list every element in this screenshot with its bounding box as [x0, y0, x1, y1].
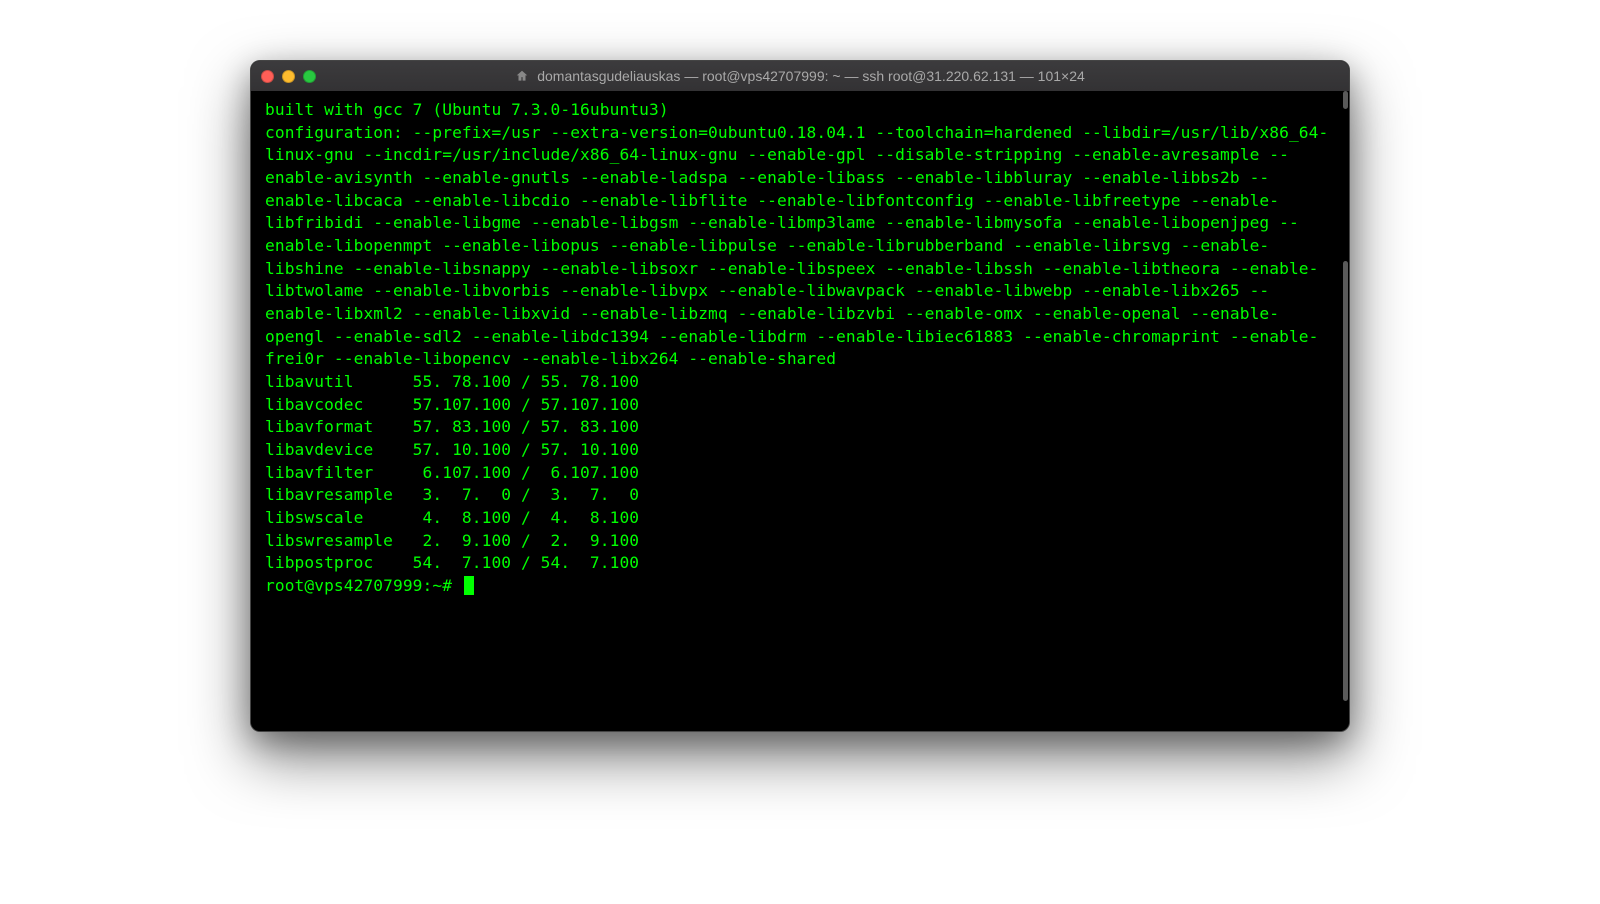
close-icon[interactable]	[261, 70, 274, 83]
terminal-output: built with gcc 7 (Ubuntu 7.3.0-16ubuntu3…	[265, 99, 1335, 598]
cursor-icon	[464, 576, 474, 595]
output-config-block: configuration: --prefix=/usr --extra-ver…	[265, 123, 1328, 369]
output-lib-line: libswresample 2. 9.100 / 2. 9.100	[265, 531, 639, 550]
scrollbar-top[interactable]	[1343, 91, 1348, 109]
window-titlebar[interactable]: domantasgudeliauskas — root@vps42707999:…	[251, 61, 1349, 91]
home-icon	[515, 69, 529, 83]
output-lib-line: libavutil 55. 78.100 / 55. 78.100	[265, 372, 639, 391]
scrollbar[interactable]	[1343, 261, 1348, 701]
output-lib-line: libavdevice 57. 10.100 / 57. 10.100	[265, 440, 639, 459]
output-lib-line: libpostproc 54. 7.100 / 54. 7.100	[265, 553, 639, 572]
maximize-icon[interactable]	[303, 70, 316, 83]
terminal-body[interactable]: built with gcc 7 (Ubuntu 7.3.0-16ubuntu3…	[251, 91, 1349, 731]
traffic-lights	[261, 70, 316, 83]
output-lib-line: libavformat 57. 83.100 / 57. 83.100	[265, 417, 639, 436]
output-line-built: built with gcc 7 (Ubuntu 7.3.0-16ubuntu3…	[265, 100, 669, 119]
minimize-icon[interactable]	[282, 70, 295, 83]
output-lib-line: libavfilter 6.107.100 / 6.107.100	[265, 463, 639, 482]
output-lib-line: libavresample 3. 7. 0 / 3. 7. 0	[265, 485, 639, 504]
window-title-wrapper: domantasgudeliauskas — root@vps42707999:…	[251, 68, 1349, 84]
shell-prompt[interactable]: root@vps42707999:~#	[265, 576, 462, 595]
output-lib-line: libavcodec 57.107.100 / 57.107.100	[265, 395, 639, 414]
terminal-window: domantasgudeliauskas — root@vps42707999:…	[250, 60, 1350, 732]
window-title: domantasgudeliauskas — root@vps42707999:…	[537, 68, 1085, 84]
output-lib-line: libswscale 4. 8.100 / 4. 8.100	[265, 508, 639, 527]
